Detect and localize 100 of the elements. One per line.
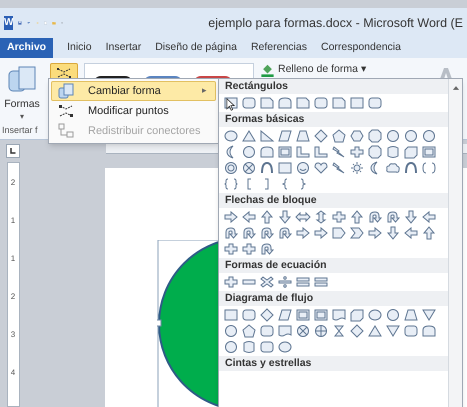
arc-icon[interactable]: [259, 161, 275, 175]
curved-arrow-icon[interactable]: [259, 242, 275, 256]
menu-item[interactable]: Modificar puntos: [51, 101, 216, 121]
ellipse-icon[interactable]: [367, 308, 383, 322]
up-arrow-icon[interactable]: [421, 226, 437, 240]
circle-icon[interactable]: [223, 324, 239, 338]
up-arrow-icon[interactable]: [349, 210, 365, 224]
right-arrow-icon[interactable]: [295, 226, 311, 240]
chevron-icon[interactable]: [349, 226, 365, 240]
right-arrow-icon[interactable]: [223, 210, 239, 224]
cloud-icon[interactable]: [385, 161, 401, 175]
arc-icon[interactable]: [403, 161, 419, 175]
triangle-icon[interactable]: [241, 129, 257, 143]
ribbon-tab[interactable]: Correspondencia: [320, 38, 401, 58]
ribbon-tab[interactable]: Insertar: [106, 38, 142, 58]
left-arrow-icon[interactable]: [403, 226, 419, 240]
triangle-icon[interactable]: [367, 324, 383, 338]
circle-icon[interactable]: [385, 308, 401, 322]
caret-icon[interactable]: ▾: [20, 112, 24, 121]
equal-icon[interactable]: [295, 275, 311, 289]
circle-cross-icon[interactable]: [241, 161, 257, 175]
frame-icon[interactable]: [277, 145, 293, 159]
octagon-icon[interactable]: [367, 129, 383, 143]
frame-icon[interactable]: [421, 145, 437, 159]
curved-arrow-icon[interactable]: [385, 210, 401, 224]
ribbon-tab[interactable]: Archivo: [0, 38, 54, 58]
right-triangle-icon[interactable]: [259, 129, 275, 143]
donut-icon[interactable]: [223, 161, 239, 175]
bracket-pair-icon[interactable]: [421, 161, 437, 175]
ribbon-tab[interactable]: Inicio: [67, 38, 92, 58]
rounded-rectangle-icon[interactable]: [403, 324, 419, 338]
lightning-icon[interactable]: [331, 145, 347, 159]
shapes-button-label[interactable]: Formas: [4, 97, 40, 113]
ellipse-icon[interactable]: [277, 340, 293, 354]
plus-icon[interactable]: [331, 210, 347, 224]
curved-arrow-icon[interactable]: [367, 210, 383, 224]
heart-icon[interactable]: [313, 161, 329, 175]
trapezoid-icon[interactable]: [403, 308, 419, 322]
shape-fill-button[interactable]: Relleno de forma ▾: [278, 62, 367, 78]
cylinder-icon[interactable]: [385, 145, 401, 159]
smiley-icon[interactable]: [295, 161, 311, 175]
left-right-arrow-icon[interactable]: [295, 210, 311, 224]
right-arrow-icon[interactable]: [367, 226, 383, 240]
rounded-rectangle-icon[interactable]: [241, 96, 257, 110]
rounded-rectangle-icon[interactable]: [313, 96, 329, 110]
circle-icon[interactable]: [385, 129, 401, 143]
rounded-rectangle-icon[interactable]: [259, 340, 275, 354]
divide-icon[interactable]: [277, 275, 293, 289]
l-shape-icon[interactable]: [295, 145, 311, 159]
triangle-icon[interactable]: [421, 308, 437, 322]
lightning-icon[interactable]: [331, 161, 347, 175]
document-icon[interactable]: [277, 324, 293, 338]
diamond-icon[interactable]: [349, 324, 365, 338]
circle-icon[interactable]: [403, 129, 419, 143]
frame-icon[interactable]: [313, 308, 329, 322]
down-arrow-icon[interactable]: [277, 210, 293, 224]
rounded-rectangle-icon[interactable]: [367, 96, 383, 110]
circle-shape[interactable]: [157, 240, 218, 407]
plus-icon[interactable]: [241, 242, 257, 256]
tab-stop-selector[interactable]: [6, 144, 20, 158]
triangle-icon[interactable]: [385, 324, 401, 338]
left-arrow-icon[interactable]: [241, 210, 257, 224]
ribbon-tab[interactable]: Diseño de página: [155, 38, 237, 58]
cube-icon[interactable]: [403, 145, 419, 159]
pentagon-arrow-icon[interactable]: [331, 226, 347, 240]
parallelogram-icon[interactable]: [277, 308, 293, 322]
circle-icon[interactable]: [223, 340, 239, 354]
cube-icon[interactable]: [349, 308, 365, 322]
rounded-rectangle-icon[interactable]: [241, 308, 257, 322]
menu-item[interactable]: Cambiar forma ▸: [51, 81, 216, 101]
hourglass-icon[interactable]: [331, 324, 347, 338]
scrollbar[interactable]: [448, 79, 462, 407]
equal-icon[interactable]: [313, 275, 329, 289]
down-arrow-icon[interactable]: [385, 226, 401, 240]
circle-cross-icon[interactable]: [295, 324, 311, 338]
frame-icon[interactable]: [295, 308, 311, 322]
diamond-icon[interactable]: [259, 308, 275, 322]
curved-arrow-icon[interactable]: [223, 226, 239, 240]
ellipse-icon[interactable]: [223, 129, 239, 143]
brace-pair-icon[interactable]: [223, 177, 239, 191]
left-arrow-icon[interactable]: [421, 210, 437, 224]
curved-arrow-icon[interactable]: [277, 226, 293, 240]
right-arrow-icon[interactable]: [313, 226, 329, 240]
l-shape-icon[interactable]: [313, 145, 329, 159]
up-down-arrow-icon[interactable]: [313, 210, 329, 224]
plus-icon[interactable]: [223, 242, 239, 256]
octagon-icon[interactable]: [367, 145, 383, 159]
up-arrow-icon[interactable]: [259, 210, 275, 224]
circle-icon[interactable]: [421, 129, 437, 143]
ribbon-tab[interactable]: Referencias: [250, 38, 307, 58]
curved-arrow-icon[interactable]: [259, 226, 275, 240]
plus-icon[interactable]: [223, 275, 239, 289]
cylinder-icon[interactable]: [241, 340, 257, 354]
pentagon-icon[interactable]: [241, 324, 257, 338]
multiply-icon[interactable]: [259, 275, 275, 289]
curved-arrow-icon[interactable]: [241, 226, 257, 240]
document-icon[interactable]: [331, 308, 347, 322]
circle-icon[interactable]: [241, 145, 257, 159]
sun-icon[interactable]: [349, 161, 365, 175]
plus-icon[interactable]: [349, 145, 365, 159]
